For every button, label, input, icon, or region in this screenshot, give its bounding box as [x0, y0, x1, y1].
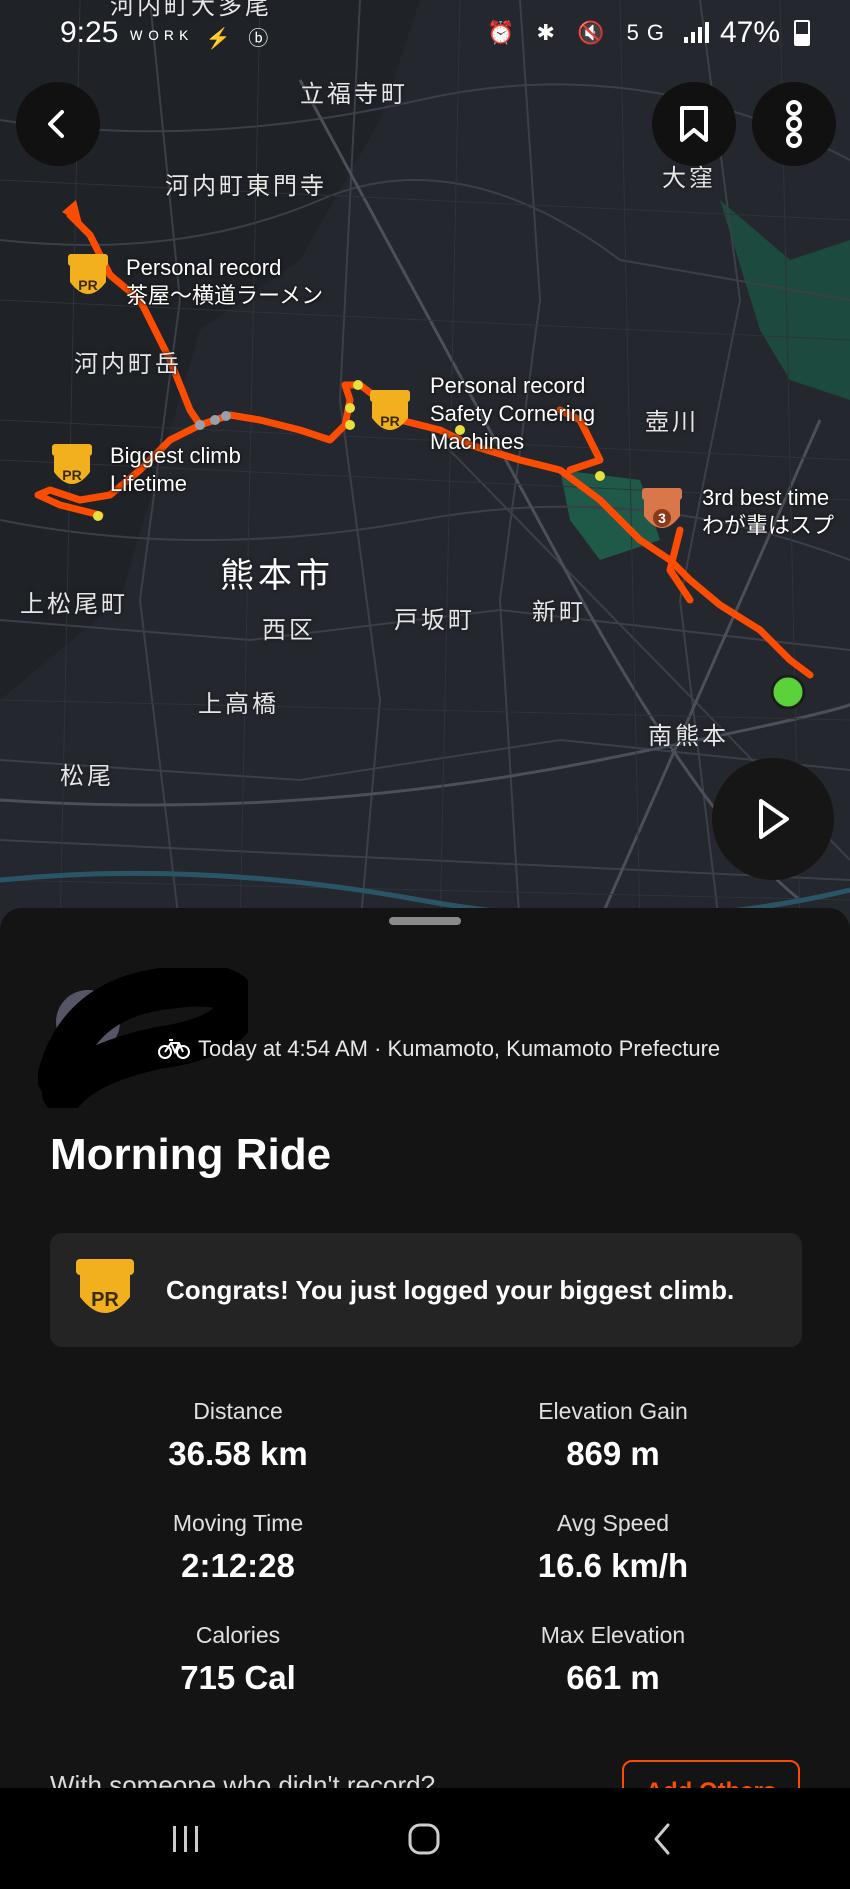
stat-calories: Calories 715 Cal [180, 1622, 296, 1696]
third-best-badge-icon[interactable]: 3 [640, 486, 684, 538]
stat-moving-time: Moving Time 2:12:28 [172, 1510, 304, 1584]
achievement-banner[interactable]: PR Congrats! You just logged your bigges… [50, 1233, 802, 1347]
stat-distance: Distance 36.58 km [168, 1398, 308, 1472]
stat-avg-speed: Avg Speed 16.6 km/h [537, 1510, 689, 1584]
battery-percent: 47% [719, 16, 780, 49]
more-vertical-icon [786, 100, 802, 148]
more-options-button[interactable] [752, 82, 836, 166]
segment-label[interactable]: Personal record 茶屋〜横道ラーメン [126, 254, 323, 310]
home-button[interactable] [394, 1814, 454, 1864]
svg-text:PR: PR [78, 277, 97, 293]
play-flyover-button[interactable] [712, 758, 834, 880]
place-label: 河内町東門寺 [165, 173, 327, 200]
segment-label[interactable]: Biggest climb Lifetime [110, 442, 241, 498]
status-time: 9:25 [60, 16, 119, 49]
pr-badge-icon[interactable]: PR [368, 388, 412, 440]
place-label: 熊本市 [220, 557, 334, 595]
bike-icon [158, 1039, 190, 1059]
home-icon [408, 1823, 440, 1855]
battery-icon [794, 20, 810, 46]
back-button[interactable] [16, 82, 100, 166]
pr-badge-icon: PR [76, 1259, 134, 1313]
bookmark-button[interactable] [652, 82, 736, 166]
recent-apps-button[interactable] [156, 1814, 216, 1864]
notification-icons: ᵂᴼᴿᴷ ⚡ ⓑ [130, 28, 275, 50]
place-label: 新町 [532, 599, 586, 626]
back-icon [654, 1823, 670, 1855]
svg-text:PR: PR [91, 1289, 119, 1311]
play-icon [759, 799, 789, 839]
system-back-button[interactable] [632, 1814, 692, 1864]
place-label: 上松尾町 [20, 591, 128, 618]
place-label: 立福寺町 [300, 81, 408, 108]
activity-title: Morning Ride [50, 1130, 332, 1179]
system-status-icons: ⏰ ✱ 🔇 5G [487, 20, 672, 45]
achievement-text: Congrats! You just logged your biggest c… [166, 1275, 735, 1305]
stat-elevation-gain: Elevation Gain 869 m [538, 1398, 688, 1472]
route-map[interactable]: 河内町大多尾 立福寺町 河内町東門寺 大窪 河内町岳 壺川 熊本市 上松尾町 西… [0, 0, 850, 930]
place-label: 戸坂町 [394, 607, 475, 634]
status-bar: 9:25 ᵂᴼᴿᴷ ⚡ ⓑ ⏰ ✱ 🔇 5G 47% [0, 0, 850, 70]
bookmark-icon [680, 106, 708, 142]
activity-sheet[interactable]: Today at 4:54 AM · Kumamoto, Kumamoto Pr… [0, 908, 850, 1820]
stat-max-elevation: Max Elevation 661 m [540, 1622, 686, 1696]
pr-badge-icon[interactable]: PR [50, 442, 94, 494]
place-label: 上高橋 [198, 691, 279, 718]
system-nav-bar [0, 1788, 850, 1889]
sheet-drag-handle[interactable] [389, 917, 461, 925]
signal-icon [683, 22, 709, 43]
pr-badge-icon[interactable]: PR [66, 252, 110, 304]
chevron-left-icon [48, 110, 64, 138]
start-marker [770, 674, 806, 710]
place-label: 壺川 [645, 409, 699, 436]
svg-text:3: 3 [658, 510, 666, 526]
place-label: 松尾 [60, 763, 114, 790]
segment-label[interactable]: 3rd best time わが輩はスプ [702, 484, 834, 540]
recents-icon [173, 1826, 198, 1852]
activity-meta-text: Today at 4:54 AM · Kumamoto, Kumamoto Pr… [198, 1036, 721, 1061]
svg-text:PR: PR [62, 467, 81, 483]
place-label: 河内町岳 [74, 351, 182, 378]
activity-meta: Today at 4:54 AM · Kumamoto, Kumamoto Pr… [158, 1036, 720, 1062]
place-label: 南熊本 [648, 723, 729, 750]
svg-text:PR: PR [380, 413, 399, 429]
place-label: 西区 [262, 617, 316, 644]
segment-label[interactable]: Personal record Safety Cornering Machine… [430, 372, 595, 456]
